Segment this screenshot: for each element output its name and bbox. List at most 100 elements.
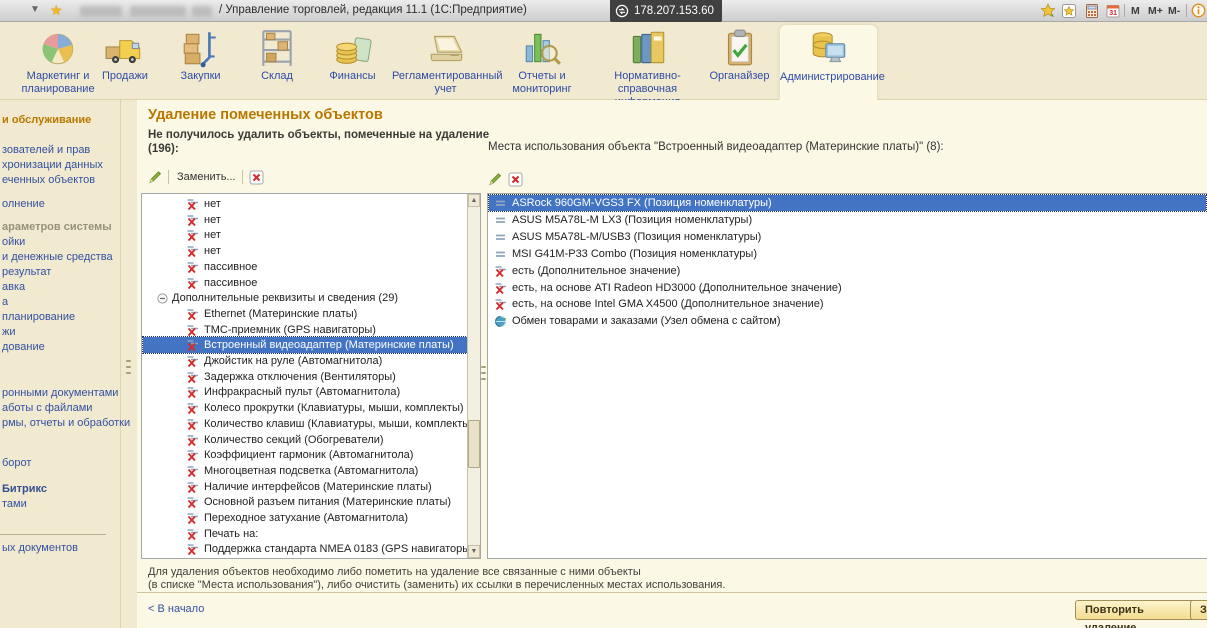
ribbon-section-10[interactable]: Администрирование [779,24,878,102]
usage-item-label: MSI G41M-P33 Combo (Позиция номенклатуры… [512,248,757,260]
ribbon-section-3[interactable]: Закупки [163,24,238,100]
sidebar-item[interactable]: авка [2,280,25,294]
sidebar-item[interactable]: борот [2,456,31,470]
ribbon-section-7[interactable]: Отчеты и мониторинг [500,24,584,100]
sidebar-item[interactable]: хронизации данных [2,158,103,172]
sidebar-item[interactable]: жи [2,325,16,339]
edit-pencil-icon[interactable] [488,172,502,186]
sidebar-item[interactable]: олнение [2,197,45,211]
chevron-down-icon[interactable]: ▼ [30,4,40,15]
sidebar-item[interactable]: рмы, отчеты и обработки [2,416,130,430]
tree-item-label: Многоцветная подсветка (Автомагнитола) [204,465,418,477]
tree-item-row[interactable]: нет [143,243,479,259]
tree-item-row[interactable]: Инфракрасный пульт (Автомагнитола) [143,384,479,400]
add-favorite-star-icon[interactable] [1040,3,1056,19]
delete-x-icon[interactable] [508,172,523,187]
administration-computer-icon [808,28,850,70]
tree-group-row[interactable]: Дополнительные реквизиты и сведения (29) [143,290,479,306]
ribbon-section-6[interactable]: Регламентированный учет [392,24,499,100]
splitter-grip[interactable] [481,378,486,380]
memory-m-minus-button[interactable]: M- [1168,5,1180,17]
usage-item-row[interactable]: ASUS M5A78L-M LX3 (Позиция номенклатуры) [489,212,1206,228]
tree-item-row[interactable]: Джойстик на руле (Автомагнитола) [143,353,479,369]
usage-item-row[interactable]: Обмен товарами и заказами (Узел обмена с… [489,313,1206,329]
tree-item-row[interactable]: нет [143,196,479,212]
sidebar-item[interactable]: а [2,295,8,309]
ribbon-section-8[interactable]: Нормативно-справочная информация [585,24,710,100]
sidebar-item[interactable]: ронными документами [2,386,118,400]
usage-item-row[interactable]: MSI G41M-P33 Combo (Позиция номенклатуры… [489,246,1206,262]
sidebar-item[interactable]: планирование [2,310,75,324]
tree-item-row[interactable]: Многоцветная подсветка (Автомагнитола) [143,463,479,479]
ribbon-section-2[interactable]: Продажи [88,24,162,100]
tree-item-label: нет [204,214,221,226]
sidebar-item[interactable]: и денежные средства [2,250,113,264]
tree-item-row[interactable]: Коэффициент гармоник (Автомагнитола) [143,447,479,463]
usage-item-row[interactable]: ASRock 960GM-VGS3 FX (Позиция номенклату… [489,195,1206,211]
tree-item-row[interactable]: Количество секций (Обогреватели) [143,432,479,448]
tree-item-row[interactable]: Ethernet (Материнские платы) [143,306,479,322]
scrollbar-thumb[interactable] [468,420,480,468]
tree-item-label: Переходное затухание (Автомагнитола) [204,512,408,524]
sidebar-item[interactable]: ых документов [2,541,78,555]
tree-item-row[interactable]: нет [143,212,479,228]
sidebar-item[interactable]: дование [2,340,45,354]
memory-m-plus-button[interactable]: M+ [1148,5,1163,17]
del-mark-icon [186,214,199,227]
splitter-grip[interactable] [481,372,486,374]
boxes-cart-icon [180,27,222,69]
splitter-grip[interactable] [126,366,131,368]
edit-pencil-icon[interactable] [148,170,162,184]
calculator-icon[interactable] [1084,3,1100,19]
usage-item-row[interactable]: есть (Дополнительное значение) [489,263,1206,279]
tree-item-row[interactable]: ТМС-приемник (GPS навигаторы) [143,322,479,338]
sidebar-item[interactable]: аботы с файлами [2,401,92,415]
tree-item-row[interactable]: Наличие интерфейсов (Материнские платы) [143,479,479,495]
tree-item-row[interactable]: Колесо прокрутки (Клавиатуры, мыши, комп… [143,400,479,416]
censored-blob [192,6,212,17]
tree-item-row[interactable]: Количество клавиш (Клавиатуры, мыши, ком… [143,416,479,432]
sidebar-item[interactable]: зователей и прав [2,143,90,157]
info-icon[interactable] [1191,3,1207,19]
close-button-partial[interactable]: За [1190,600,1207,620]
sidebar-item[interactable]: еченных объектов [2,173,95,187]
tree-item-row[interactable]: Печать на: [143,526,479,542]
usage-item-row[interactable]: есть, на основе ATI Radeon HD3000 (Допол… [489,280,1206,296]
favorites-list-icon[interactable] [1061,3,1077,19]
tree-item-row[interactable]: Задержка отключения (Вентиляторы) [143,369,479,385]
sidebar-section-header[interactable]: Битрикс [2,482,47,496]
scroll-down-button[interactable]: ▼ [468,545,480,558]
splitter-grip[interactable] [126,372,131,374]
calendar-icon[interactable]: 31 [1105,3,1121,19]
tree-item-row[interactable]: Основной разъем питания (Материнские пла… [143,494,479,510]
favorites-star-icon[interactable]: ★ [50,2,63,19]
ribbon-section-5[interactable]: Финансы [314,24,391,100]
ribbon-section-4[interactable]: Склад [239,24,315,100]
splitter-grip[interactable] [481,366,486,368]
usage-item-row[interactable]: ASUS M5A78L-M/USB3 (Позиция номенклатуры… [489,229,1206,245]
delete-x-icon[interactable] [249,170,264,185]
replace-button[interactable]: Заменить... [177,171,236,183]
organizer-clipboard-icon [719,27,761,69]
tree-item-row[interactable]: пассивное [143,275,479,291]
splitter-grip[interactable] [126,360,131,362]
vertical-scrollbar[interactable]: ▲ ▼ [467,194,480,558]
back-to-start-link[interactable]: < В начало [148,603,204,615]
sidebar-item[interactable]: ойки [2,235,25,249]
tree-item-row[interactable]: Поддержка стандарта NMEA 0183 (GPS навиг… [143,541,479,557]
sidebar-item[interactable]: результат [2,265,51,279]
usage-item-label: ASUS M5A78L-M/USB3 (Позиция номенклатуры… [512,231,761,243]
server-address-badge: 178.207.153.60 [610,0,722,23]
sidebar-item[interactable]: тами [2,497,27,511]
tree-item-row[interactable]: пассивное [143,259,479,275]
del-mark-icon [494,282,507,295]
scroll-up-button[interactable]: ▲ [468,194,480,207]
ribbon-section-label: Органайзер [701,70,778,83]
ribbon-section-9[interactable]: Органайзер [701,24,778,100]
retry-deletion-button[interactable]: Повторить удаление [1075,600,1207,620]
memory-m-button[interactable]: M [1131,5,1140,17]
tree-item-row[interactable]: нет [143,227,479,243]
usage-item-row[interactable]: есть, на основе Intel GMA X4500 (Дополни… [489,296,1206,312]
tree-item-row[interactable]: Переходное затухание (Автомагнитола) [143,510,479,526]
tree-item-row[interactable]: Встроенный видеоадаптер (Материнские пла… [143,337,479,353]
